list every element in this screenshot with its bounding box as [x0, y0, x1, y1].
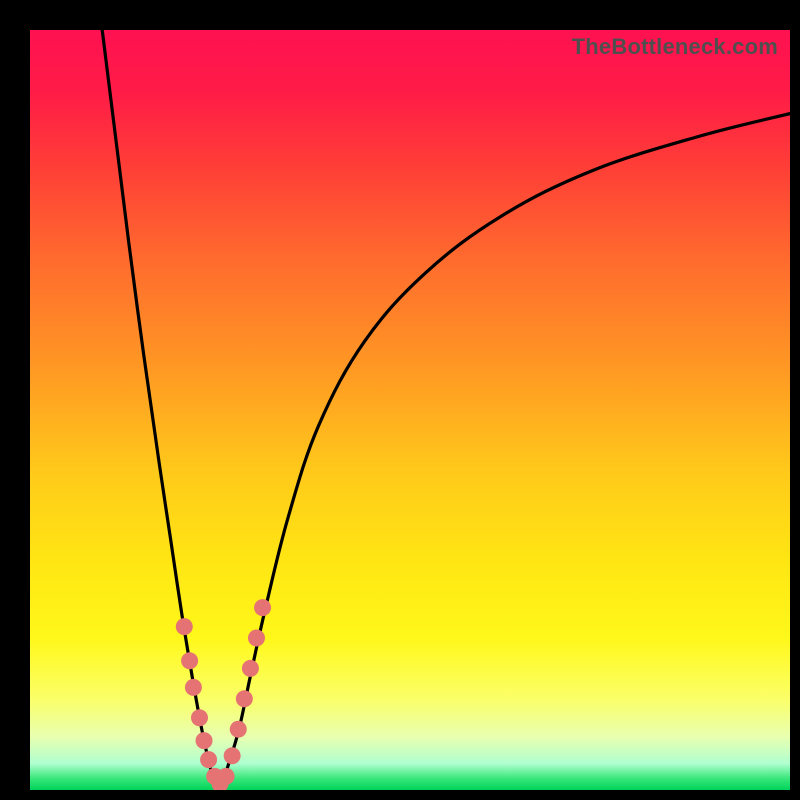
watermark-text: TheBottleneck.com	[572, 34, 778, 60]
curve-right-branch	[220, 114, 790, 790]
marker-group	[176, 599, 271, 790]
marker-dot	[224, 747, 241, 764]
marker-dot	[254, 599, 271, 616]
marker-dot	[248, 630, 265, 647]
marker-dot	[196, 732, 213, 749]
marker-dot	[218, 768, 235, 785]
marker-dot	[191, 709, 208, 726]
chart-frame: TheBottleneck.com	[0, 0, 800, 800]
plot-area: TheBottleneck.com	[30, 30, 790, 790]
marker-dot	[242, 660, 259, 677]
marker-dot	[200, 751, 217, 768]
curve-layer	[30, 30, 790, 790]
marker-dot	[185, 679, 202, 696]
marker-dot	[236, 690, 253, 707]
marker-dot	[230, 721, 247, 738]
marker-dot	[176, 618, 193, 635]
marker-dot	[181, 652, 198, 669]
curve-left-branch	[102, 30, 220, 790]
